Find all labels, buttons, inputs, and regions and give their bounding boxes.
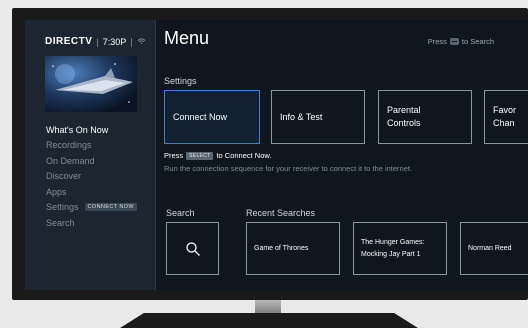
sidebar: DIRECTV | 7:30P | What's On Now Recordin… <box>25 20 156 290</box>
sidebar-item-discover[interactable]: Discover <box>46 169 137 185</box>
recent-search-label: Game of Thrones <box>254 244 309 252</box>
sidebar-item-label: Discover <box>46 171 82 182</box>
tile-label: Parental Controls <box>387 104 421 130</box>
brand-separator: | <box>96 36 99 47</box>
sidebar-item-whats-on-now[interactable]: What's On Now <box>46 122 137 138</box>
tile-label-line: Controls <box>387 118 421 128</box>
tile-label: Info & Test <box>280 111 323 122</box>
sidebar-item-settings[interactable]: Settings CONNECT NOW <box>46 200 137 216</box>
brand-row: DIRECTV | 7:30P | <box>45 36 146 47</box>
settings-section-label: Settings <box>164 76 197 86</box>
parental-controls-tile[interactable]: Parental Controls <box>378 90 472 144</box>
recent-search-line: The Hunger Games: <box>361 238 425 246</box>
sidebar-item-apps[interactable]: Apps <box>46 184 137 200</box>
recent-search-label: Norman Reed <box>468 244 512 252</box>
connect-now-tile[interactable]: Connect Now <box>164 90 260 144</box>
recent-search-label: The Hunger Games: Mocking Jay Part 1 <box>361 237 424 261</box>
clock: 7:30P <box>102 36 127 47</box>
sidebar-item-label: Search <box>46 217 75 228</box>
recent-search-item[interactable]: Norman Reed <box>460 222 528 275</box>
tv-stand-neck <box>255 300 281 314</box>
sidebar-item-label: What's On Now <box>46 124 109 135</box>
sidebar-item-on-demand[interactable]: On Demand <box>46 153 137 169</box>
directv-logo: DIRECTV <box>45 36 93 47</box>
spaceship-image <box>52 63 133 103</box>
sidebar-nav: What's On Now Recordings On Demand Disco… <box>46 122 137 231</box>
hint-prefix: Press <box>427 37 447 46</box>
wifi-icon <box>137 38 146 45</box>
sidebar-item-label: Recordings <box>46 140 92 151</box>
recent-search-item[interactable]: The Hunger Games: Mocking Jay Part 1 <box>353 222 447 275</box>
sidebar-item-label: Apps <box>46 186 67 197</box>
connect-instruction: Press SELECT to Connect Now. <box>164 151 271 160</box>
live-tv-thumbnail[interactable] <box>45 56 137 112</box>
select-key-icon: SELECT <box>186 151 214 160</box>
sidebar-item-label: On Demand <box>46 155 95 166</box>
recent-search-line: Mocking Jay Part 1 <box>361 250 421 258</box>
brand-separator: | <box>130 36 133 47</box>
tile-label: Connect Now <box>173 111 228 122</box>
search-section-label: Search <box>166 208 195 218</box>
tv-screen: DIRECTV | 7:30P | What's On Now Recordin… <box>25 20 528 290</box>
search-button[interactable] <box>166 222 219 275</box>
info-test-tile[interactable]: Info & Test <box>271 90 365 144</box>
main-panel: Menu Press to Search Settings Connect No… <box>156 20 528 290</box>
tile-label-line: Chan <box>493 118 515 128</box>
hint-suffix: to Search <box>461 37 494 46</box>
page-title: Menu <box>164 28 210 48</box>
search-icon <box>185 241 200 256</box>
favorite-channels-tile[interactable]: Favor Chan <box>484 90 528 144</box>
sidebar-item-label: Settings <box>46 202 79 213</box>
recent-searches-label: Recent Searches <box>246 208 316 218</box>
tv-stand-base <box>120 313 418 328</box>
minus-key-icon <box>449 38 459 45</box>
instruction-action: to Connect Now. <box>216 151 272 160</box>
recent-search-item[interactable]: Game of Thrones <box>246 222 340 275</box>
connect-now-badge: CONNECT NOW <box>84 203 137 212</box>
tile-label-line: Parental <box>387 105 421 115</box>
tile-label: Favor Chan <box>493 104 516 130</box>
sidebar-item-search[interactable]: Search <box>46 215 137 231</box>
search-hint: Press to Search <box>428 37 494 46</box>
connect-description: Run the connection sequence for your rec… <box>164 164 413 173</box>
tile-label-line: Favor <box>493 105 517 115</box>
sidebar-item-recordings[interactable]: Recordings <box>46 138 137 154</box>
instruction-press: Press <box>164 151 184 160</box>
